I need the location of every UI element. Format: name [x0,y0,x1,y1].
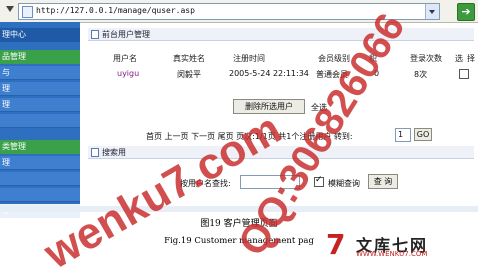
column-header: 登录次数 [410,54,442,63]
sidebar-item[interactable]: 与 [0,66,80,80]
logins-cell: 8次 [414,70,428,79]
realname-cell: 闵毅平 [177,70,201,79]
sidebar-item[interactable]: 理 [0,82,80,96]
username-link[interactable]: uyigu [117,69,139,78]
fuzzy-search-label: 模糊查询 [328,179,360,188]
brand-logo: 7 文库七网 WWW.WENKU7.COM [326,228,476,262]
sidebar: 理中心 品管理 与 理 理 类管理 理 理 [0,22,80,218]
user-panel-header: 前台用户管理 [88,28,474,41]
address-bar: http://127.0.0.1/manage/quser.asp ➔ [0,0,478,23]
regtime-cell: 2005-5-24 22:11:34 [229,69,309,78]
url-text: http://127.0.0.1/manage/quser.asp [36,6,195,15]
page-number-value: 1 [398,130,404,139]
sidebar-item[interactable] [0,114,80,128]
sidebar-item[interactable] [0,172,80,186]
page-number-input[interactable]: 1 [395,128,411,142]
brand-url: WWW.WENKU7.COM [356,250,428,258]
document-icon [91,148,99,157]
page-bottom-band [0,206,478,212]
column-header: 注册时间 [233,54,265,63]
sidebar-item-categories[interactable]: 类管理 [0,140,80,154]
page-go-button[interactable]: GO [414,128,432,141]
page-icon [22,6,33,18]
row-select-checkbox[interactable] [459,69,469,79]
sidebar-item-center[interactable]: 理中心 [0,28,80,42]
column-header: 择 [467,54,475,63]
sidebar-item[interactable]: 理 [0,156,80,170]
search-button[interactable]: 查 询 [368,174,398,189]
panel-title: 搜索用 [102,148,126,157]
brand-mark-icon: 7 [326,228,346,261]
panel-title: 前台用户管理 [102,30,150,39]
sidebar-item[interactable]: 理 [0,98,80,112]
sidebar-item[interactable] [0,188,80,202]
sidebar-item-products[interactable]: 品管理 [0,50,80,64]
go-arrow-icon[interactable]: ➔ [457,3,475,21]
url-dropdown-button[interactable] [425,4,439,19]
column-header: 真实姓名 [173,54,205,63]
document-icon [91,30,99,39]
column-header: 用户名 [113,54,137,63]
back-dropdown-icon[interactable] [6,6,14,12]
column-header: 选 [455,54,463,63]
